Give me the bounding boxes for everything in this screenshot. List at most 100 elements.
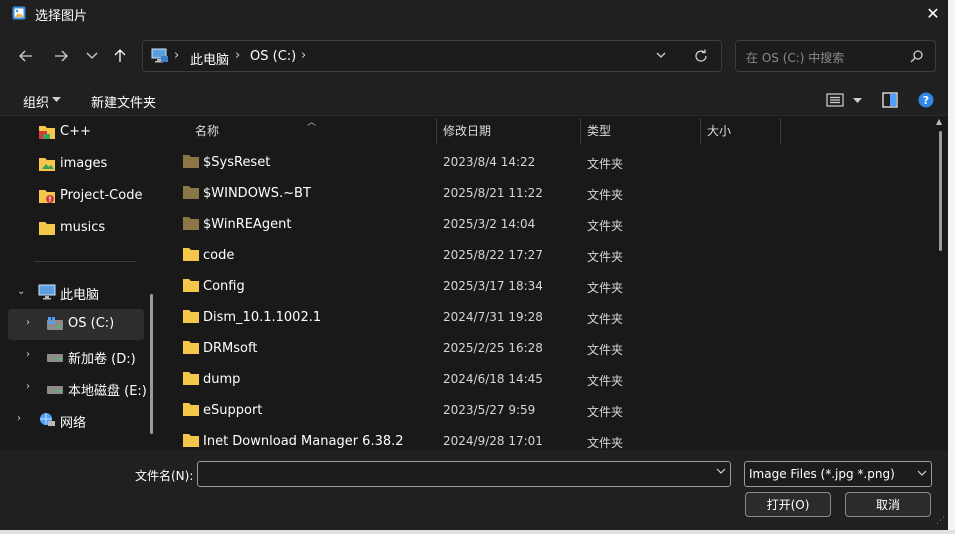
- arrow-right-icon: [55, 50, 68, 62]
- file-name: $WINDOWS.~BT: [203, 186, 311, 201]
- resize-grip-icon[interactable]: ⋰: [936, 516, 945, 526]
- drive-icon: [47, 386, 63, 394]
- cancel-button[interactable]: 取消: [845, 492, 931, 517]
- file-open-dialog: 选择图片 ✕ › 此电脑 › OS (C:) › 在 OS (C:) 中搜索 组…: [0, 0, 948, 530]
- chevron-right-icon[interactable]: ›: [26, 381, 30, 392]
- breadcrumb-os-c[interactable]: OS (C:): [250, 49, 296, 64]
- chevron-right-icon[interactable]: ›: [17, 413, 21, 424]
- nav-item-label: musics: [60, 220, 106, 235]
- file-type: 文件夹: [587, 157, 624, 171]
- file-type: 文件夹: [587, 436, 624, 450]
- address-bar[interactable]: › 此电脑 › OS (C:) ›: [142, 40, 722, 72]
- windows-drive-icon: [47, 317, 63, 330]
- file-date: 2025/3/2 14:04: [443, 217, 536, 231]
- search-icon: [910, 50, 923, 63]
- file-list-scrollbar[interactable]: [939, 131, 942, 251]
- column-header-date[interactable]: 修改日期: [443, 122, 491, 139]
- scroll-up-icon[interactable]: ▲: [936, 117, 942, 126]
- preview-pane-icon[interactable]: [882, 92, 898, 108]
- table-row[interactable]: $WINDOWS.~BT 2025/8/21 11:22 文件夹: [163, 178, 933, 209]
- file-date: 2024/9/28 17:01: [443, 434, 543, 448]
- table-row[interactable]: Dism_10.1.1002.1 2024/7/31 19:28 文件夹: [163, 302, 933, 333]
- file-date: 2025/3/17 18:34: [443, 279, 543, 293]
- search-placeholder: 在 OS (C:) 中搜索: [746, 51, 845, 65]
- folder-icon: [183, 248, 199, 261]
- chevron-down-icon: [917, 470, 927, 476]
- drive-icon: [47, 354, 63, 362]
- chevron-right-icon[interactable]: ›: [26, 317, 30, 328]
- table-row[interactable]: code 2025/8/22 17:27 文件夹: [163, 240, 933, 271]
- view-list-icon[interactable]: [826, 92, 844, 108]
- search-box[interactable]: 在 OS (C:) 中搜索: [735, 40, 936, 72]
- nav-item-label: images: [60, 156, 108, 171]
- column-divider[interactable]: [780, 118, 781, 144]
- nav-item-label: OS (C:): [68, 316, 115, 331]
- refresh-icon[interactable]: [693, 48, 709, 64]
- nav-scrollbar[interactable]: [150, 294, 153, 434]
- file-date: 2023/5/27 9:59: [443, 403, 536, 417]
- table-row[interactable]: dump 2024/6/18 14:45 文件夹: [163, 364, 933, 395]
- file-name: eSupport: [203, 403, 263, 418]
- file-name: Dism_10.1.1002.1: [203, 310, 322, 325]
- bottom-bar: 文件名(N): Image Files (*.jpg *.png) 打开(O) …: [0, 450, 948, 530]
- organize-button[interactable]: 组织: [23, 92, 49, 111]
- nav-item-label: 新加卷 (D:): [68, 352, 136, 367]
- file-name: $WinREAgent: [203, 217, 292, 232]
- organize-dropdown-icon[interactable]: [52, 97, 61, 103]
- nav-item-label: C++: [60, 124, 91, 139]
- chevron-down-icon[interactable]: ⌄: [17, 286, 25, 297]
- computer-icon: [38, 284, 56, 300]
- file-date: 2025/2/25 16:28: [443, 341, 543, 355]
- chevron-right-icon[interactable]: ›: [26, 349, 30, 360]
- folder-icon: [183, 217, 199, 230]
- filename-label: 文件名(N):: [135, 469, 194, 483]
- open-button[interactable]: 打开(O): [745, 492, 831, 517]
- recent-locations-button[interactable]: [78, 42, 106, 70]
- file-list: ︿ 名称 修改日期 类型 大小 $SysReset 2023/8/4 14:22 文…: [163, 116, 948, 450]
- file-name: Inet Download Manager 6.38.2: [203, 434, 404, 449]
- back-button[interactable]: [12, 42, 40, 70]
- file-type-filter[interactable]: Image Files (*.jpg *.png): [744, 461, 932, 487]
- file-date: 2025/8/21 11:22: [443, 186, 543, 200]
- folder-images-icon: [39, 158, 55, 171]
- folder-project-icon: [39, 190, 55, 203]
- table-row[interactable]: $WinREAgent 2025/3/2 14:04 文件夹: [163, 209, 933, 240]
- table-row[interactable]: DRMsoft 2025/2/25 16:28 文件夹: [163, 333, 933, 364]
- filename-dropdown-icon[interactable]: [716, 468, 726, 475]
- breadcrumb-separator: ›: [301, 48, 307, 63]
- file-type-filter-value: Image Files (*.jpg *.png): [749, 467, 895, 481]
- filename-input[interactable]: [197, 461, 731, 487]
- arrow-left-icon: [19, 50, 32, 62]
- folder-icon: [183, 434, 199, 447]
- column-divider[interactable]: [700, 118, 701, 144]
- folder-icon: [183, 372, 199, 385]
- new-folder-button[interactable]: 新建文件夹: [91, 92, 156, 111]
- folder-icon: [39, 222, 55, 235]
- svg-text:?: ?: [923, 94, 929, 107]
- close-button[interactable]: ✕: [918, 0, 948, 26]
- breadcrumb-this-pc[interactable]: 此电脑: [190, 49, 229, 68]
- column-header-name[interactable]: 名称: [195, 122, 219, 139]
- up-button[interactable]: [106, 42, 134, 70]
- address-dropdown-icon[interactable]: [655, 49, 667, 61]
- table-row[interactable]: eSupport 2023/5/27 9:59 文件夹: [163, 395, 933, 426]
- file-type: 文件夹: [587, 188, 624, 202]
- folder-icon: [183, 403, 199, 416]
- table-row[interactable]: Inet Download Manager 6.38.2 2024/9/28 17…: [163, 426, 933, 450]
- column-header-type[interactable]: 类型: [587, 122, 611, 139]
- sort-ascending-icon: ︿: [307, 118, 317, 128]
- file-type: 文件夹: [587, 281, 624, 295]
- column-header-size[interactable]: 大小: [707, 122, 731, 139]
- folder-cpp-icon: [39, 126, 55, 139]
- table-row[interactable]: $SysReset 2023/8/4 14:22 文件夹: [163, 147, 933, 178]
- file-date: 2024/6/18 14:45: [443, 372, 543, 386]
- column-divider[interactable]: [580, 118, 581, 144]
- file-type: 文件夹: [587, 312, 624, 326]
- table-row[interactable]: Config 2025/3/17 18:34 文件夹: [163, 271, 933, 302]
- folder-icon: [183, 186, 199, 199]
- view-dropdown-icon[interactable]: [853, 98, 862, 104]
- file-name: DRMsoft: [203, 341, 258, 356]
- column-divider[interactable]: [436, 118, 437, 144]
- help-icon[interactable]: ?: [918, 92, 934, 108]
- forward-button[interactable]: [47, 42, 75, 70]
